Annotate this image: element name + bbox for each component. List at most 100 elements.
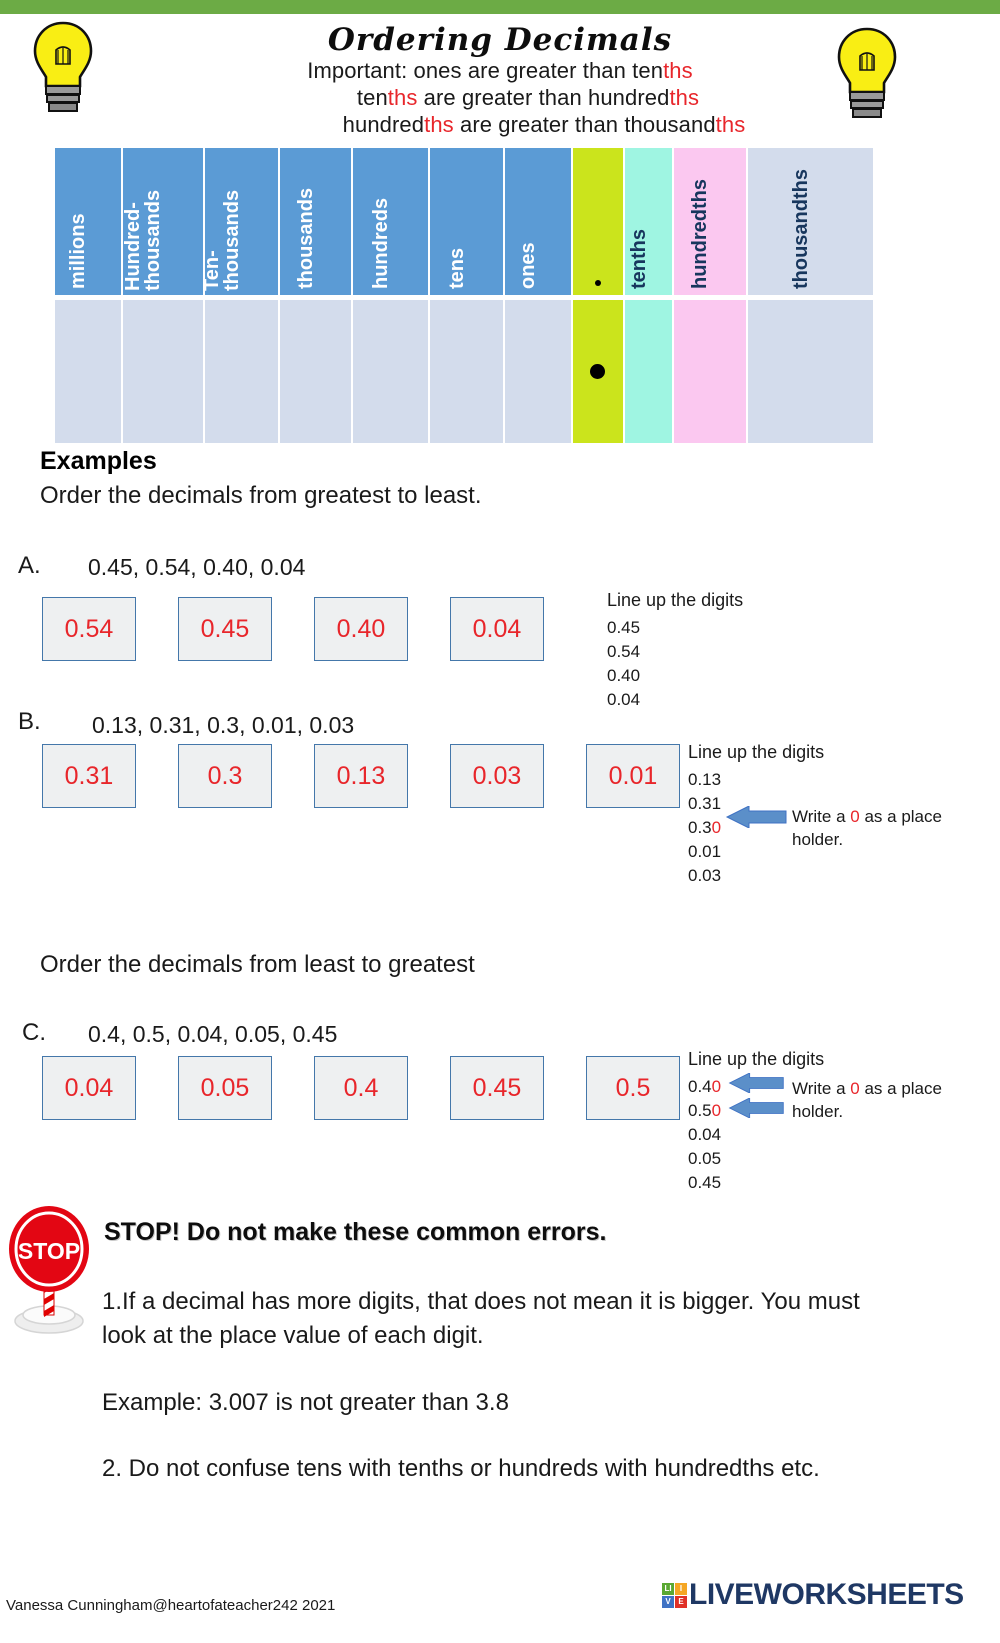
answer-box[interactable]: 0.3: [178, 744, 272, 808]
answer-box[interactable]: 0.03: [450, 744, 544, 808]
answer-box[interactable]: 0.54: [42, 597, 136, 661]
logo-square-v: V: [662, 1595, 674, 1608]
place-value-header-tenths: tenths: [625, 148, 672, 295]
place-value-label: Ten-thousands: [205, 189, 243, 291]
header-line-3-pre: hundred: [342, 112, 425, 137]
header-line-3-ths: ths: [424, 112, 454, 137]
place-value-header-ones: ones: [505, 148, 571, 295]
place-value-label: tenths: [627, 229, 650, 289]
answer-box[interactable]: 0.31: [42, 744, 136, 808]
place-value-header-decimal-point: [573, 148, 623, 295]
decimal-point-icon: [590, 363, 605, 379]
place-value-label: thousandths: [789, 169, 812, 289]
liveworksheets-logo-squares: LI I V E: [662, 1582, 687, 1608]
logo-square-l: LI: [662, 1582, 674, 1595]
place-value-header-ten: Ten-thousands: [205, 148, 278, 295]
note-number: 0.54: [607, 641, 641, 661]
place-value-label: hundredths: [689, 179, 711, 289]
author-credit: Vanessa Cunningham@heartofateacher242 20…: [6, 1597, 336, 1614]
place-value-cell[interactable]: [205, 300, 278, 443]
note-number: 0.04: [607, 689, 641, 709]
logo-square-e: E: [675, 1595, 687, 1608]
stop-heading: STOP! Do not make these common errors.: [104, 1218, 607, 1246]
note-number: 0.04: [688, 1124, 722, 1144]
stop-sign-icon: STOP: [9, 1206, 89, 1334]
header-line-2-ths: ths: [387, 85, 418, 110]
answer-box[interactable]: 0.40: [314, 597, 408, 661]
place-value-header-thousandths: thousandths: [748, 148, 873, 295]
answer-box[interactable]: 0.5: [586, 1056, 680, 1120]
place-value-chart: millions Hundred-thousands Ten-thousands th…: [55, 148, 875, 443]
place-value-header-hundredths: hundredths: [674, 148, 746, 295]
note-number: 0.45: [607, 617, 641, 637]
place-value-cell[interactable]: [625, 300, 672, 443]
header-line-3-post: are greater than thousand: [453, 112, 716, 137]
instruction-least-to-greatest: Order the decimals from least to greates…: [40, 951, 475, 978]
note-number: 0.40: [607, 665, 641, 685]
placeholder-arrow-icon: [725, 806, 787, 828]
answer-box[interactable]: 0.01: [586, 744, 680, 808]
place-value-label: hundreds: [369, 197, 392, 289]
decimal-point-icon: [595, 280, 601, 286]
stop-point-2: Example: 3.007 is not greater than 3.8: [102, 1389, 509, 1416]
place-value-cell[interactable]: [430, 300, 503, 443]
place-value-cell[interactable]: [505, 300, 571, 443]
header-line-2-ths2: ths: [669, 85, 700, 110]
question-b-given: 0.13, 0.31, 0.3, 0.01, 0.03: [92, 712, 355, 738]
place-value-cell[interactable]: [353, 300, 428, 443]
answer-row-c: 0.04 0.05 0.4 0.45 0.5: [42, 1056, 680, 1120]
answer-box[interactable]: 0.04: [42, 1056, 136, 1120]
note-number: 0.03: [688, 866, 722, 886]
note-number: 0.45: [688, 1173, 722, 1193]
place-value-header-hundred: Hundred-thousands: [123, 148, 203, 295]
stop-point-3: 2. Do not confuse tens with tenths or hu…: [102, 1455, 820, 1482]
note-a: Line up the digits 0.45 0.54 0.40 0.04: [607, 588, 743, 712]
stop-point-1: 1.If a decimal has more digits, that doe…: [102, 1288, 860, 1350]
place-value-label: tens: [445, 247, 468, 289]
note-header: Line up the digits: [688, 742, 825, 762]
question-b-letter: B.: [18, 708, 41, 735]
header-line-2-post: are greater than hundred: [417, 85, 670, 110]
question-c-given: 0.4, 0.5, 0.04, 0.05, 0.45: [88, 1021, 338, 1047]
header-line-1-ths: ths: [663, 58, 693, 83]
place-value-header-thousands: thousands: [280, 148, 351, 295]
place-value-cell[interactable]: [748, 300, 873, 443]
note-header: Line up the digits: [607, 590, 744, 610]
placeholder-arrow-icon: [728, 1073, 784, 1093]
place-value-label: ones: [517, 242, 539, 289]
place-value-label: Hundred-thousands: [123, 189, 164, 291]
answer-box[interactable]: 0.45: [178, 597, 272, 661]
place-value-cell[interactable]: [55, 300, 121, 443]
question-a-given: 0.45, 0.54, 0.40, 0.04: [88, 554, 306, 580]
place-value-label: thousands: [294, 187, 317, 289]
place-value-header-hundreds: hundreds: [353, 148, 428, 295]
note-number: 0.13: [688, 769, 722, 789]
svg-text:STOP: STOP: [18, 1238, 80, 1264]
place-value-header-row: millions Hundred-thousands Ten-thousands th…: [55, 148, 875, 295]
answer-box[interactable]: 0.13: [314, 744, 408, 808]
top-green-bar: [0, 0, 1000, 14]
liveworksheets-logo[interactable]: LI I V E LIVEWORKSHEETS: [662, 1578, 964, 1612]
note-header: Line up the digits: [688, 1049, 825, 1069]
instruction-greatest-to-least: Order the decimals from greatest to leas…: [40, 482, 482, 509]
answer-box[interactable]: 0.4: [314, 1056, 408, 1120]
place-value-body-row: [55, 300, 875, 443]
answer-box[interactable]: 0.05: [178, 1056, 272, 1120]
answer-row-a: 0.54 0.45 0.40 0.04: [42, 597, 544, 661]
question-a-letter: A.: [18, 552, 41, 579]
logo-square-i: I: [675, 1582, 687, 1595]
header-line-2-pre: ten: [356, 85, 388, 110]
place-value-cell[interactable]: [123, 300, 203, 443]
answer-row-b: 0.31 0.3 0.13 0.03 0.01: [42, 744, 680, 808]
placeholder-arrow-icon: [728, 1098, 784, 1118]
place-value-label: millions: [67, 213, 89, 289]
place-value-cell[interactable]: [573, 300, 623, 443]
examples-heading: Examples: [40, 447, 157, 475]
answer-box[interactable]: 0.45: [450, 1056, 544, 1120]
header-line-3-ths2: ths: [715, 112, 746, 137]
place-value-cell[interactable]: [674, 300, 746, 443]
lightbulb-icon: [33, 21, 93, 112]
note-c-arrow-text: Write a 0 as a place holder.: [792, 1079, 942, 1121]
place-value-cell[interactable]: [280, 300, 351, 443]
answer-box[interactable]: 0.04: [450, 597, 544, 661]
